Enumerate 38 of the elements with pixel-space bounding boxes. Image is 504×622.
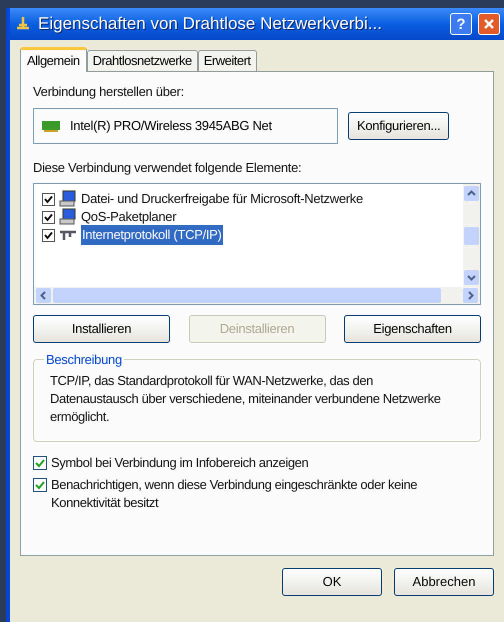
list-item[interactable]: QoS-Paketplaner <box>81 207 176 227</box>
scroll-up-button[interactable] <box>464 186 479 201</box>
action-button[interactable]: Installieren <box>33 315 170 343</box>
tab[interactable]: Allgemein <box>20 47 87 72</box>
section-label: Verbindung herstellen über: <box>33 83 185 101</box>
checkbox[interactable] <box>33 478 47 492</box>
scroll-thumb[interactable] <box>464 226 479 244</box>
close-icon <box>483 18 495 30</box>
close-button[interactable] <box>478 13 500 35</box>
scroll-right-button[interactable] <box>463 288 478 303</box>
scroll-left-button[interactable] <box>36 288 51 303</box>
computer-icon <box>59 208 77 226</box>
action-button[interactable]: Eigenschaften <box>344 315 481 343</box>
dialog-button[interactable]: OK <box>282 568 382 596</box>
checkbox[interactable] <box>33 456 47 470</box>
list-item[interactable]: Datei- und Druckerfreigabe für Microsoft-Netzwerke <box>81 189 363 209</box>
checkbox[interactable] <box>42 192 55 206</box>
list-item[interactable]: Internetprotokoll (TCP/IP) <box>81 225 223 245</box>
network-card-icon <box>42 120 60 132</box>
checkbox-label: Symbol bei Verbindung im Infobereich anzeigen <box>51 454 310 472</box>
vertical-scrollbar[interactable] <box>463 184 480 287</box>
section-label: Diese Verbindung verwendet folgende Elemente: <box>33 158 302 177</box>
network-icon <box>59 228 77 242</box>
checkbox-label: Benachrichtigen, wenn diese Verbindung eingeschränkte oder keine Konnektivität besitzt <box>51 476 418 512</box>
help-button[interactable]: ? <box>450 13 472 35</box>
checkbox[interactable] <box>42 228 55 242</box>
scroll-thumb[interactable] <box>53 288 441 303</box>
adapter-name: Intel(R) PRO/Wireless 3945ABG Net <box>70 116 272 135</box>
checkbox[interactable] <box>42 210 55 224</box>
computer-icon <box>59 190 77 208</box>
window-title: Eigenschaften von Drahtlose Netzwerkverbi... <box>38 13 383 36</box>
scroll-down-button[interactable] <box>464 270 479 285</box>
tab[interactable]: Drahtlosnetzwerke <box>86 50 198 71</box>
dialog-button[interactable]: Abbrechen <box>394 568 494 596</box>
configure-button[interactable]: Konfigurieren... <box>348 112 450 140</box>
horizontal-scrollbar[interactable] <box>34 287 480 304</box>
tab[interactable]: Erweitert <box>198 50 257 71</box>
description-text: TCP/IP, das Standardprotokoll für WAN-Netzwerke, das den Datenaustausch über verschiedene, miteinander verbundene Netzwerke ermöglicht. <box>50 372 442 426</box>
